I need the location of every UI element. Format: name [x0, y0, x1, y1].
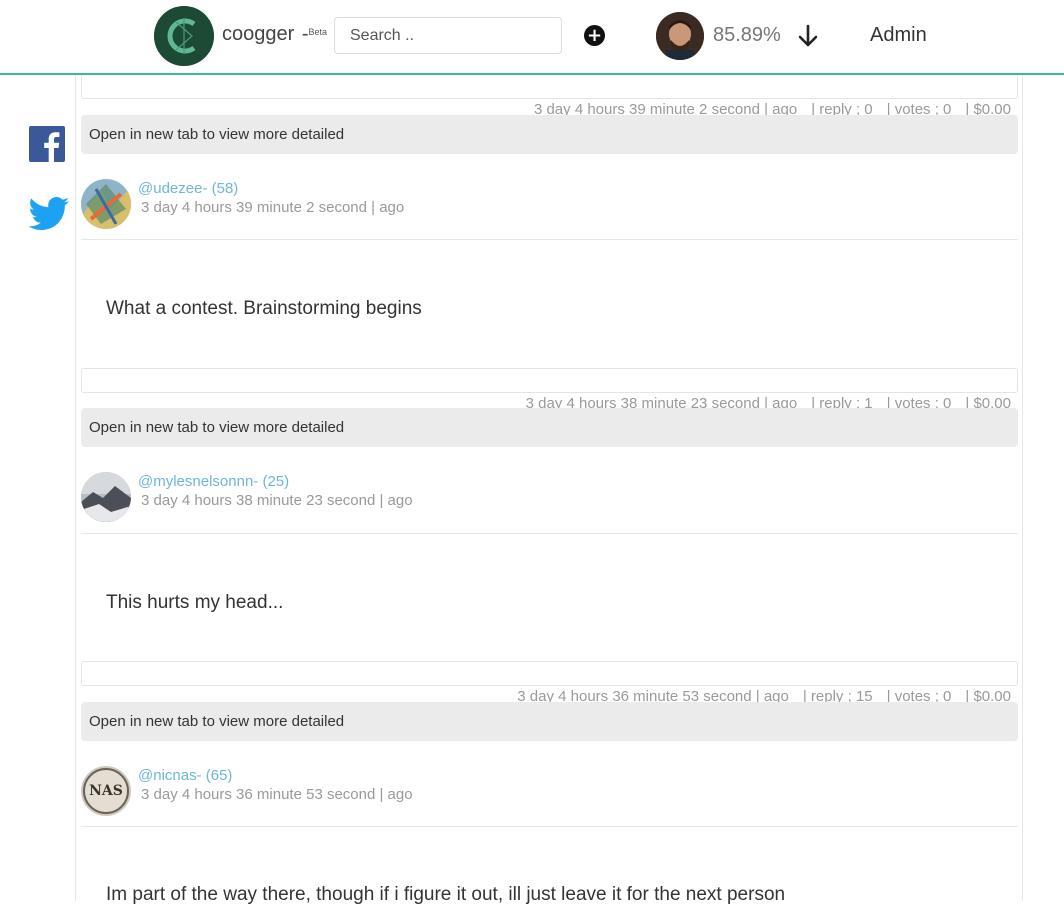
author-name[interactable]: @udezee- (58): [138, 180, 238, 197]
top-navbar: coogger -Beta + 85.89% Admin: [0, 0, 1064, 75]
author-time: 3 day 4 hours 38 minute 23 second | ago: [141, 492, 413, 509]
arrow-down-icon[interactable]: [797, 24, 819, 48]
admin-link[interactable]: Admin: [870, 24, 927, 47]
brand-text: coogger: [222, 23, 295, 45]
add-post-icon[interactable]: +: [584, 25, 605, 46]
divider: [81, 826, 1018, 827]
twitter-icon[interactable]: [29, 196, 69, 232]
comment-body: What a contest. Brainstorming begins: [106, 298, 422, 319]
open-detail-bar[interactable]: Open in new tab to view more detailed: [81, 702, 1018, 741]
brand-name[interactable]: coogger -Beta: [222, 23, 327, 46]
author-name[interactable]: @mylesnelsonnn- (25): [138, 473, 289, 490]
user-avatar[interactable]: [656, 12, 704, 60]
beta-label: Beta: [308, 27, 328, 37]
post-meta-bar: 3 day 4 hours 36 minute 53 second | ago |…: [81, 661, 1018, 705]
comment-body: This hurts my head...: [106, 592, 284, 613]
author-avatar[interactable]: [81, 472, 131, 522]
facebook-icon[interactable]: [29, 126, 65, 162]
author-time: 3 day 4 hours 36 minute 53 second | ago: [141, 786, 413, 803]
divider: [81, 239, 1018, 240]
voting-power: 85.89%: [713, 24, 781, 46]
divider: [81, 533, 1018, 534]
author-avatar[interactable]: [81, 179, 131, 229]
search-input[interactable]: [334, 17, 562, 54]
author-time: 3 day 4 hours 39 minute 2 second | ago: [141, 199, 405, 216]
author-name[interactable]: @nicnas- (65): [138, 767, 232, 784]
open-detail-bar[interactable]: Open in new tab to view more detailed: [81, 408, 1018, 447]
author-avatar[interactable]: NAS: [81, 766, 131, 816]
post-meta-bar: 3 day 4 hours 38 minute 23 second | ago |…: [81, 368, 1018, 412]
coogger-logo[interactable]: [154, 6, 214, 66]
post-meta-bar: 3 day 4 hours 39 minute 2 second | ago | …: [81, 74, 1018, 118]
svg-text:NAS: NAS: [89, 783, 123, 799]
open-detail-bar[interactable]: Open in new tab to view more detailed: [81, 115, 1018, 154]
brand-dash: -: [301, 23, 309, 45]
comment-body: Im part of the way there, though if i fi…: [106, 884, 786, 905]
